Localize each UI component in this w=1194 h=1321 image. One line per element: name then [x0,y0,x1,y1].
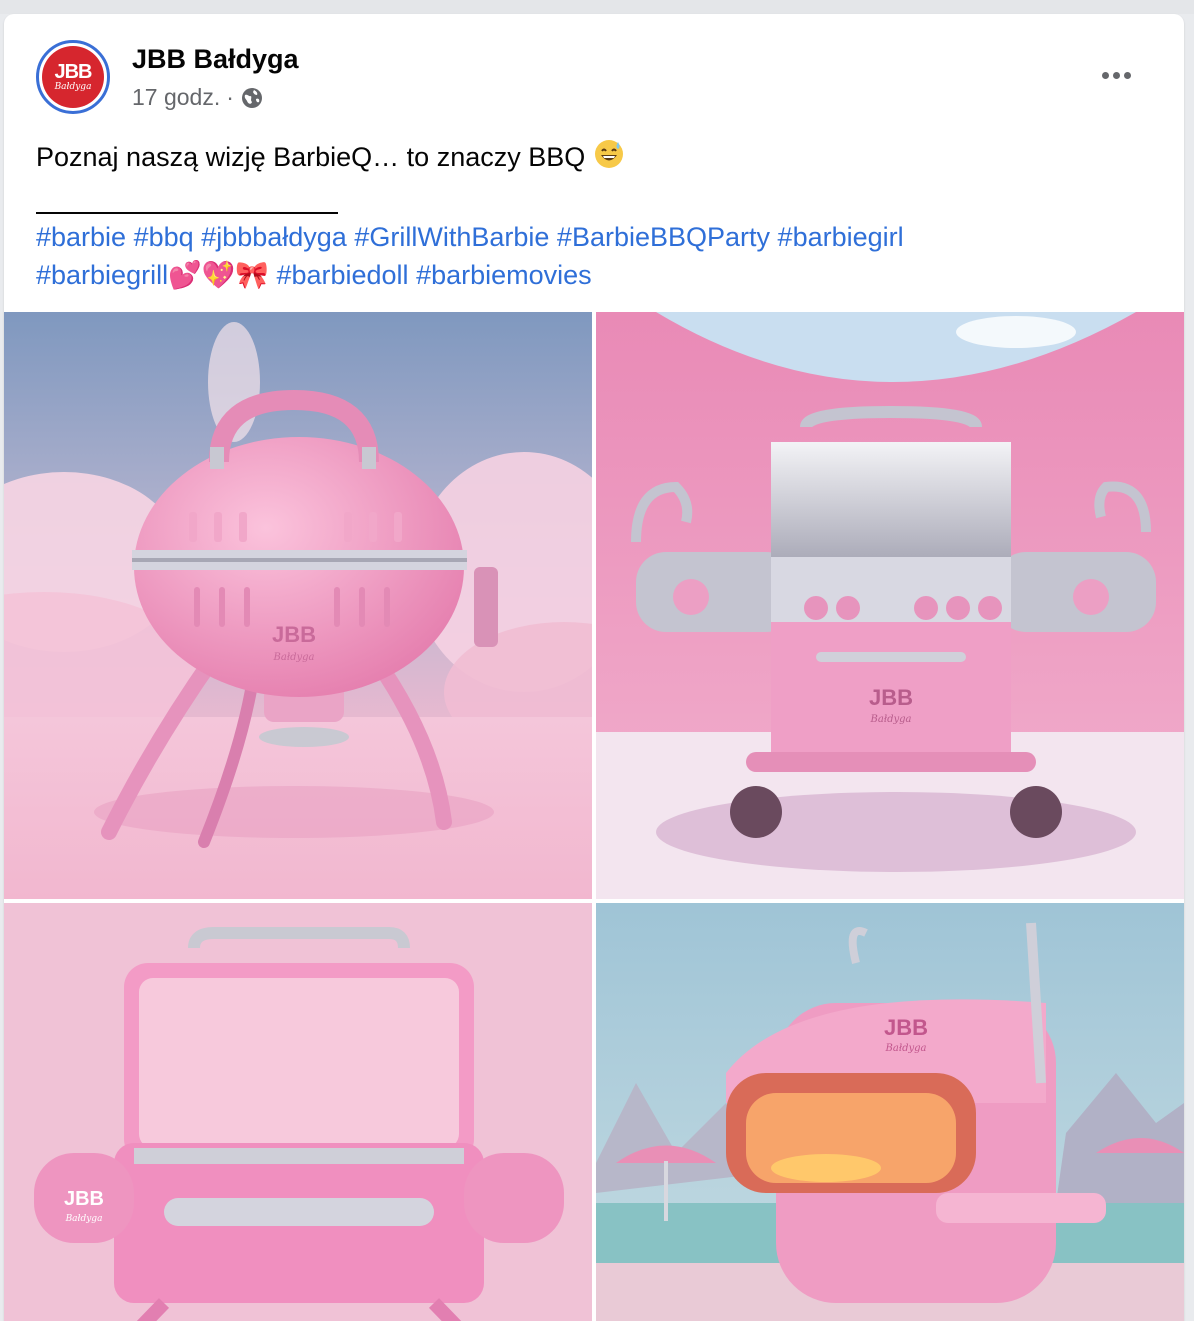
hashtag-link[interactable]: #barbiemovies [416,260,592,290]
post-caption: Poznaj naszą wizję BarbieQ… to znaczy BB… [36,142,586,173]
hashtag-link[interactable]: #BarbieBBQParty [557,222,770,252]
photo-brand: JBB [64,1188,104,1210]
post-card: JBB Bałdyga JBB Bałdyga 17 godz. · Pozna… [4,14,1184,1321]
heart-emojis: 💕💖🎀 [168,260,269,290]
avatar-logo-text: JBB [54,61,92,83]
hashtag-link[interactable]: #jbbbałdyga [201,222,347,252]
photo-brand-script: Bałdyga [870,714,912,725]
post-text-line: Poznaj naszą wizję BarbieQ… to znaczy BB… [36,138,1156,180]
hashtag-link[interactable]: #bbq [134,222,194,252]
photo-brand-script: Bałdyga [273,652,315,663]
hashtag-link[interactable]: #barbiegirl [778,222,904,252]
hashtag-link[interactable]: #GrillWithBarbie [354,222,549,252]
author-name[interactable]: JBB Bałdyga [132,44,299,75]
avatar-logo-script: Bałdyga [54,82,92,92]
globe-icon[interactable] [240,86,264,110]
post-meta: 17 godz. · [132,84,264,111]
photo-kettle-grill[interactable]: JBB Bałdyga [4,312,592,899]
photo-brand: JBB [272,622,316,647]
hashtag-link[interactable]: #barbiegrill [36,260,168,290]
photo-gas-grill[interactable]: JBB Bałdyga [596,312,1184,899]
hashtag-link[interactable]: #barbie [36,222,126,252]
post-text: Poznaj naszą wizję BarbieQ… to znaczy BB… [36,138,1156,294]
photo-brand-script: Bałdyga [65,1214,103,1224]
avatar-logo: JBB Bałdyga [42,46,104,108]
photo-brand: JBB [884,1015,928,1040]
hashtags-line-1: #barbie #bbq #jbbbałdyga #GrillWithBarbi… [36,218,1156,256]
photo-portable-grill[interactable]: JBB Bałdyga [4,903,592,1321]
photo-retro-grill[interactable]: JBB Bałdyga [596,903,1184,1321]
meta-separator: · [226,84,234,110]
post-timestamp[interactable]: 17 godz. [132,84,220,111]
photo-brand: JBB [869,685,913,710]
photo-grid: JBB Bałdyga JBB Bałdyga JBB Bałdyga JBB … [4,312,1184,1321]
hashtag-link[interactable]: #barbiedoll [276,260,408,290]
more-options-button[interactable] [1094,58,1138,92]
photo-brand-script: Bałdyga [885,1043,927,1054]
grinning-sweat-emoji [593,138,625,180]
page-avatar[interactable]: JBB Bałdyga [36,40,110,114]
text-separator [36,180,1156,218]
more-horizontal-icon [1101,71,1131,79]
hashtags-line-2: #barbiegrill💕💖🎀 #barbiedoll #barbiemovie… [36,256,1156,294]
browser-top-strip [0,0,1194,14]
